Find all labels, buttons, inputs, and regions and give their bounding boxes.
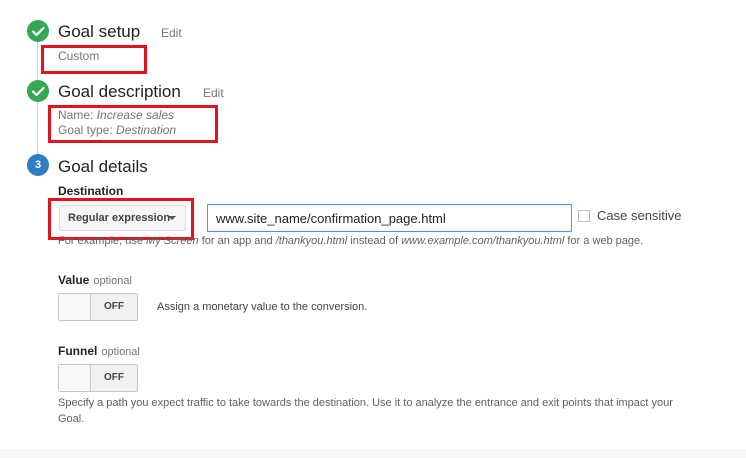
funnel-toggle-knob [59,365,91,391]
funnel-description: Specify a path you expect traffic to tak… [58,397,673,425]
value-toggle-knob [59,294,91,320]
hint-middle-1: for an app and [201,235,273,247]
footer-band [0,449,746,458]
value-optional-tag: optional [93,275,132,287]
hint-suffix: for a web page. [567,235,644,247]
step-3-number-badge: 3 [27,154,49,176]
funnel-toggle[interactable]: OFF [58,364,138,392]
funnel-optional-tag: optional [101,346,140,358]
hint-middle-2: instead of [350,235,399,247]
value-label: Value optional [58,273,132,287]
hint-example-url: www.example.com/thankyou.html [401,235,565,247]
hint-example-app: My Screen [146,235,199,247]
step-3-title: Goal details [58,157,148,176]
step-connector-2 [37,101,38,154]
funnel-toggle-state: OFF [104,372,124,383]
step-2-title: Goal description [58,82,181,101]
step-2-edit-link[interactable]: Edit [203,86,224,100]
value-description: Assign a monetary value to the conversio… [157,301,368,313]
step-1-complete-icon [27,20,49,42]
step-connector-1 [37,42,38,80]
destination-label: Destination [58,184,124,198]
hint-prefix: For example, use [58,235,143,247]
value-toggle-state: OFF [104,301,124,312]
case-sensitive-checkbox[interactable] [578,210,590,222]
hint-example-path: /thankyou.html [275,235,348,247]
value-toggle[interactable]: OFF [58,293,138,321]
highlight-box-goal-setup [41,45,147,74]
funnel-label: Funnel optional [58,344,140,358]
step-1-title: Goal setup [58,22,141,41]
value-label-text: Value [58,273,90,287]
destination-hint: For example, use My Screen for an app an… [58,234,643,249]
destination-input[interactable] [207,204,572,232]
highlight-box-goal-description [48,105,218,143]
funnel-label-text: Funnel [58,344,98,358]
step-1-edit-link[interactable]: Edit [161,26,182,40]
step-2-complete-icon [27,80,49,102]
case-sensitive-label: Case sensitive [597,208,682,223]
